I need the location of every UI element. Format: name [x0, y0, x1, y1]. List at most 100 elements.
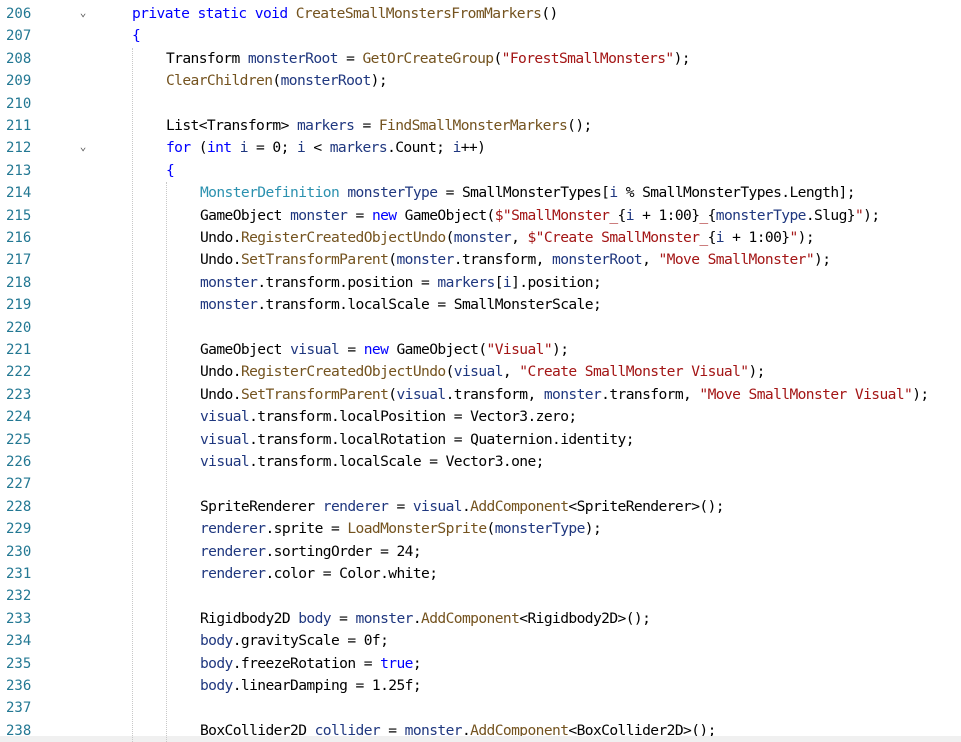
line-number: 234	[6, 633, 32, 650]
indent-guide	[132, 47, 134, 742]
code-line[interactable]: 222 Undo.RegisterCreatedObjectUndo(visual…	[0, 361, 961, 383]
code-line[interactable]: 237	[0, 697, 961, 719]
code-token: $"Create SmallMonster_	[527, 229, 708, 246]
code-line[interactable]: 227	[0, 473, 961, 495]
code-token: monster	[200, 273, 258, 291]
code-line[interactable]: 209 ClearChildren(monsterRoot);	[0, 70, 961, 92]
code-token: = 0;	[247, 139, 297, 157]
code-text: renderer.sortingOrder = 24;	[200, 542, 422, 562]
code-line[interactable]: 226 visual.transform.localScale = Vector3…	[0, 451, 961, 473]
code-token: new	[363, 341, 389, 358]
code-line[interactable]: 215 GameObject monster = new GameObject($…	[0, 205, 961, 227]
line-number: 208	[6, 50, 32, 67]
code-token: =	[330, 609, 356, 627]
code-line[interactable]: 229 renderer.sprite = LoadMonsterSprite(m…	[0, 518, 961, 540]
code-token: AddComponent	[421, 609, 520, 627]
code-line[interactable]: 207 {	[0, 25, 961, 47]
code-token: i	[715, 229, 725, 246]
line-number: 207	[6, 28, 32, 45]
code-token: Undo.	[200, 385, 242, 403]
code-line[interactable]: 236 body.linearDamping = 1.25f;	[0, 675, 961, 697]
code-line[interactable]: 232	[0, 585, 961, 607]
code-token: .freezeRotation =	[232, 654, 381, 672]
code-token: visual	[200, 453, 250, 470]
code-line[interactable]: 220	[0, 317, 961, 339]
code-token: renderer	[322, 497, 389, 515]
code-token: SetTransformParent	[240, 251, 389, 269]
code-line[interactable]: 219 monster.transform.localScale = SmallM…	[0, 294, 961, 316]
code-line[interactable]: 218 monster.transform.position = markers[…	[0, 272, 961, 294]
code-line[interactable]: 217 Undo.SetTransformParent(monster.trans…	[0, 249, 961, 271]
code-line[interactable]: 225 visual.transform.localRotation = Quat…	[0, 429, 961, 451]
code-line[interactable]: 234 body.gravityScale = 0f;	[0, 630, 961, 652]
code-token: i	[297, 139, 306, 157]
code-token: <SpriteRenderer>();	[568, 497, 724, 515]
code-token: List<Transform>	[166, 117, 297, 134]
code-editor[interactable]: 206 ⌄ private static void CreateSmallMonst…	[0, 0, 961, 742]
code-line[interactable]: 216 Undo.RegisterCreatedObjectUndo(monste…	[0, 227, 961, 249]
code-token: renderer	[200, 565, 266, 582]
code-line[interactable]: 221 GameObject visual = new GameObject("V…	[0, 339, 961, 361]
line-number: 227	[6, 476, 32, 493]
code-text: body.linearDamping = 1.25f;	[200, 676, 422, 696]
code-token: true	[380, 654, 413, 672]
code-token: =	[354, 117, 379, 134]
code-line[interactable]: 235 body.freezeRotation = true;	[0, 653, 961, 675]
code-token: ,	[502, 363, 520, 381]
line-number: 228	[6, 498, 32, 515]
code-token: + 1:00}	[723, 229, 790, 246]
line-number: 226	[6, 454, 32, 470]
code-token: .transform,	[601, 385, 700, 403]
code-token: );	[584, 520, 602, 538]
code-text: renderer.color = Color.white;	[200, 564, 438, 584]
horizontal-scrollbar[interactable]	[0, 736, 961, 742]
code-token: );	[748, 363, 766, 381]
code-token: visual	[200, 430, 250, 448]
code-token: i	[625, 206, 635, 224]
code-token: monster	[396, 251, 454, 269]
code-text: Undo.RegisterCreatedObjectUndo(monster, …	[200, 228, 815, 248]
code-line[interactable]: 208 Transform monsterRoot = GetOrCreateGr…	[0, 48, 961, 70]
code-line[interactable]: 230 renderer.sortingOrder = 24;	[0, 541, 961, 563]
code-token: (	[486, 520, 496, 538]
code-token: for	[166, 139, 191, 157]
code-token: RegisterCreatedObjectUndo	[240, 229, 446, 246]
code-token: $"SmallMonster_	[494, 206, 618, 224]
code-line[interactable]: 210	[0, 93, 961, 115]
code-token: .gravityScale = 0f;	[232, 632, 389, 650]
code-token: SpriteRenderer	[200, 497, 323, 515]
code-token: GameObject	[200, 206, 291, 224]
code-token: ++)	[460, 139, 486, 157]
code-text: SpriteRenderer renderer = visual.AddComp…	[200, 497, 725, 517]
code-line[interactable]: 213 {	[0, 160, 961, 182]
code-token: CreateSmallMonstersFromMarkers	[295, 5, 542, 22]
code-token: ,	[511, 229, 528, 246]
code-token: "Move SmallMonster Visual"	[699, 385, 913, 403]
code-text: private static void CreateSmallMonstersF…	[132, 4, 558, 24]
code-line[interactable]: 224 visual.transform.localPosition = Vect…	[0, 406, 961, 428]
code-token: [	[494, 273, 504, 291]
fold-chevron-down-icon[interactable]: ⌄	[76, 5, 90, 21]
code-line[interactable]: 228 SpriteRenderer renderer = visual.AddC…	[0, 496, 961, 518]
code-token: {	[132, 27, 141, 45]
line-number: 225	[6, 431, 32, 448]
code-line[interactable]: 211 List<Transform> markers = FindSmallMo…	[0, 115, 961, 137]
code-text: Transform monsterRoot = GetOrCreateGroup…	[166, 49, 691, 69]
line-number: 231	[6, 566, 32, 582]
code-token: {	[617, 206, 627, 224]
code-line[interactable]: 206 ⌄ private static void CreateSmallMonst…	[0, 3, 961, 25]
code-line[interactable]: 233 Rigidbody2D body = monster.AddCompone…	[0, 608, 961, 630]
fold-chevron-down-icon[interactable]: ⌄	[76, 139, 90, 155]
code-token: i	[452, 139, 462, 157]
code-token: = SmallMonsterTypes[	[437, 184, 610, 202]
code-line[interactable]: 231 renderer.color = Color.white;	[0, 563, 961, 585]
code-token: ,	[642, 251, 659, 269]
code-text: GameObject monster = new GameObject($"Sm…	[200, 206, 880, 226]
code-line[interactable]: 212 ⌄ for (int i = 0; i < markers.Count; i…	[0, 137, 961, 159]
code-line[interactable]: 223 Undo.SetTransformParent(visual.transf…	[0, 384, 961, 406]
code-token: ;	[412, 654, 422, 672]
code-token: "ForestSmallMonsters"	[501, 49, 675, 67]
line-number: 214	[6, 185, 32, 202]
code-token: (	[272, 72, 281, 90]
code-line[interactable]: 214 MonsterDefinition monsterType = Small…	[0, 182, 961, 204]
